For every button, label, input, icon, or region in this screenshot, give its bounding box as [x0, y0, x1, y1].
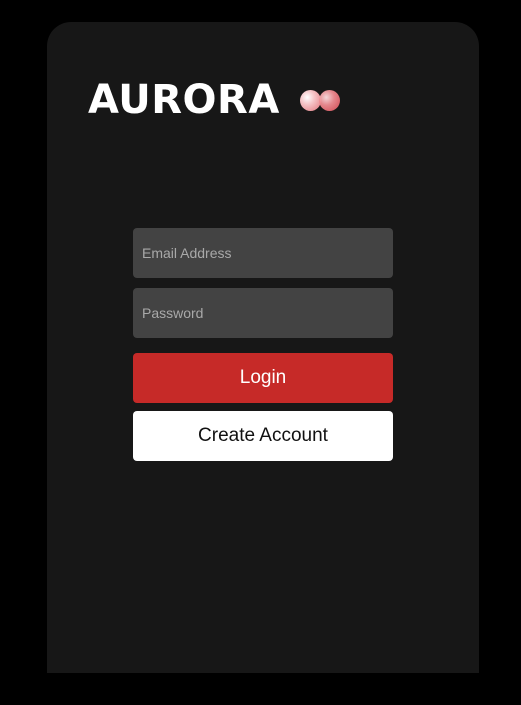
- email-field-container: [133, 228, 393, 278]
- brand-header: AURORA: [88, 77, 342, 123]
- logo-dot-right: [318, 90, 340, 111]
- password-field-container: [133, 288, 393, 338]
- logo-dot-left: [299, 90, 321, 111]
- login-button[interactable]: Login: [133, 353, 393, 403]
- login-form: Login Create Account: [133, 228, 393, 461]
- create-account-button[interactable]: Create Account: [133, 411, 393, 461]
- two-dots-logo-icon: [299, 90, 342, 112]
- brand-title: AURORA: [88, 77, 280, 123]
- login-card: AURORA Login Create Account: [47, 22, 479, 673]
- password-field[interactable]: [133, 288, 393, 338]
- email-field[interactable]: [133, 228, 393, 278]
